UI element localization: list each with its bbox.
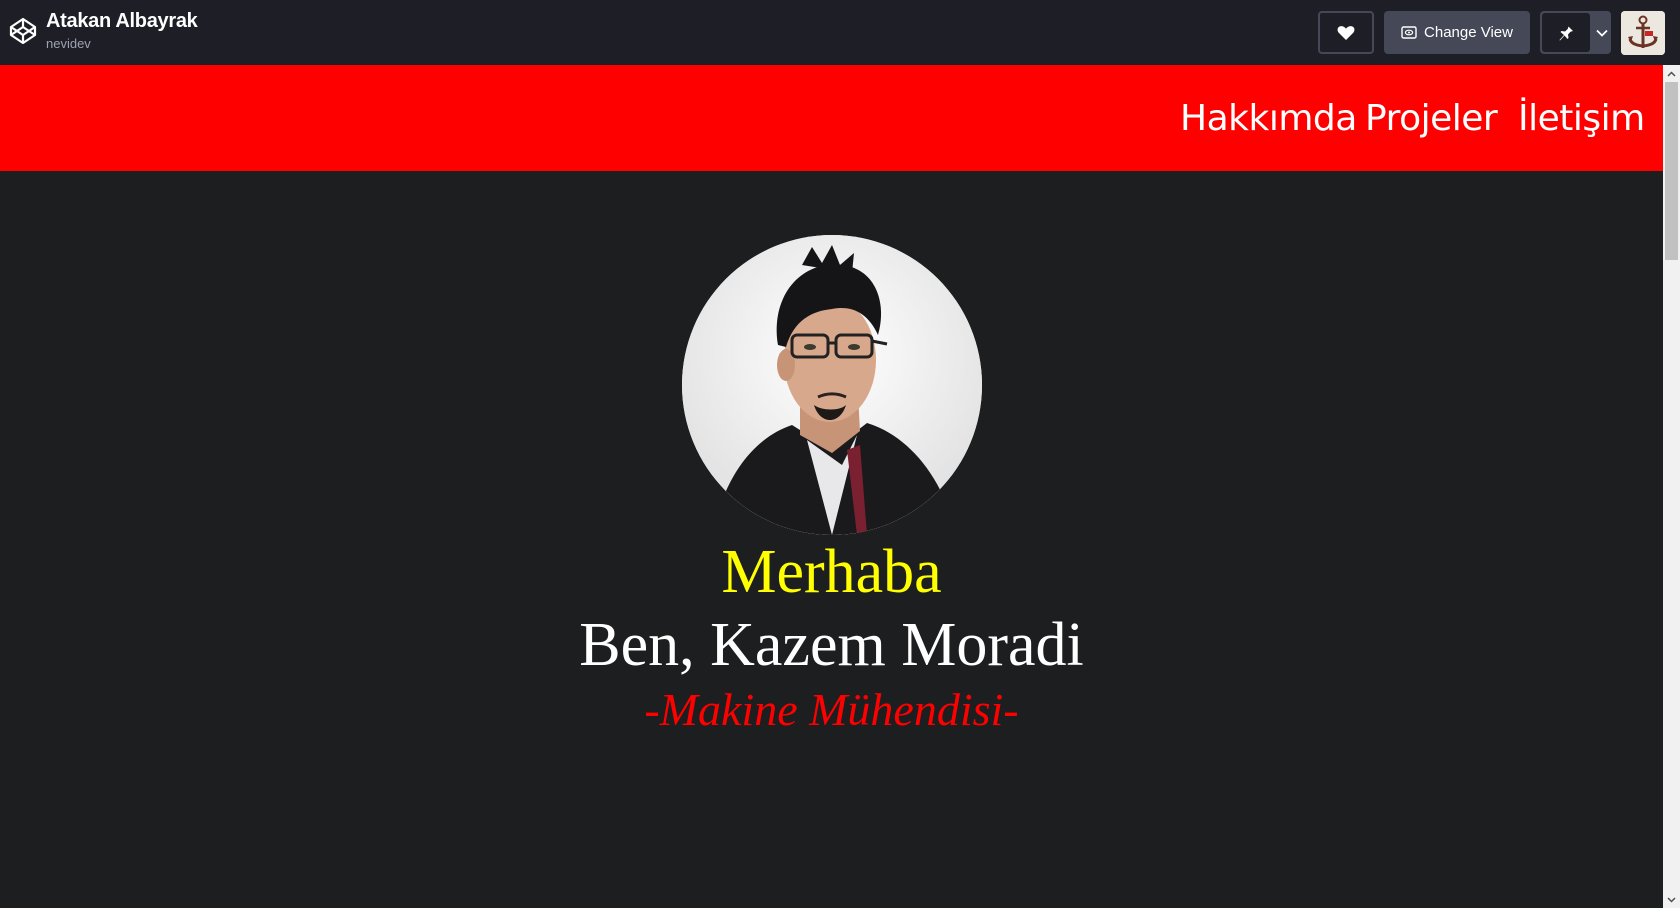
heart-icon bbox=[1337, 25, 1355, 40]
eye-icon bbox=[1401, 26, 1417, 39]
pin-dropdown-toggle[interactable] bbox=[1592, 11, 1611, 54]
vertical-scrollbar[interactable] bbox=[1663, 65, 1680, 908]
pin-icon bbox=[1559, 24, 1573, 40]
user-avatar[interactable] bbox=[1621, 11, 1665, 55]
heart-button[interactable] bbox=[1318, 11, 1374, 54]
pin-button-group[interactable] bbox=[1540, 11, 1611, 54]
scroll-down-arrow[interactable] bbox=[1663, 891, 1680, 908]
codepen-header: Atakan Albayrak nevidev Change View bbox=[0, 0, 1680, 65]
chevron-down-icon bbox=[1595, 29, 1608, 37]
chevron-down-icon bbox=[1667, 896, 1676, 903]
navbar: Hakkımda Projeler İletişim bbox=[0, 65, 1663, 171]
author-name[interactable]: Atakan Albayrak bbox=[46, 9, 198, 33]
nav-link-projects[interactable]: Projeler bbox=[1365, 99, 1498, 139]
change-view-label: Change View bbox=[1424, 24, 1513, 41]
scrollbar-thumb[interactable] bbox=[1665, 82, 1678, 260]
author-info[interactable]: Atakan Albayrak nevidev bbox=[46, 9, 198, 52]
job-title: -Makine Mühendisi- bbox=[644, 684, 1019, 735]
greeting-text: Merhaba bbox=[721, 538, 942, 606]
chevron-up-icon bbox=[1667, 70, 1676, 77]
profile-photo bbox=[682, 235, 982, 535]
preview-page: Hakkımda Projeler İletişim Merhaba Ben, … bbox=[0, 65, 1663, 908]
codepen-logo-icon[interactable] bbox=[8, 16, 38, 46]
nav-link-contact[interactable]: İletişim bbox=[1518, 99, 1645, 139]
nav-link-about[interactable]: Hakkımda bbox=[1180, 99, 1357, 139]
scroll-up-arrow[interactable] bbox=[1663, 65, 1680, 82]
change-view-button[interactable]: Change View bbox=[1384, 11, 1530, 54]
author-handle[interactable]: nevidev bbox=[46, 35, 198, 52]
name-heading: Ben, Kazem Moradi bbox=[579, 611, 1084, 679]
anchor-avatar-icon bbox=[1621, 11, 1665, 55]
pin-button[interactable] bbox=[1542, 13, 1590, 52]
